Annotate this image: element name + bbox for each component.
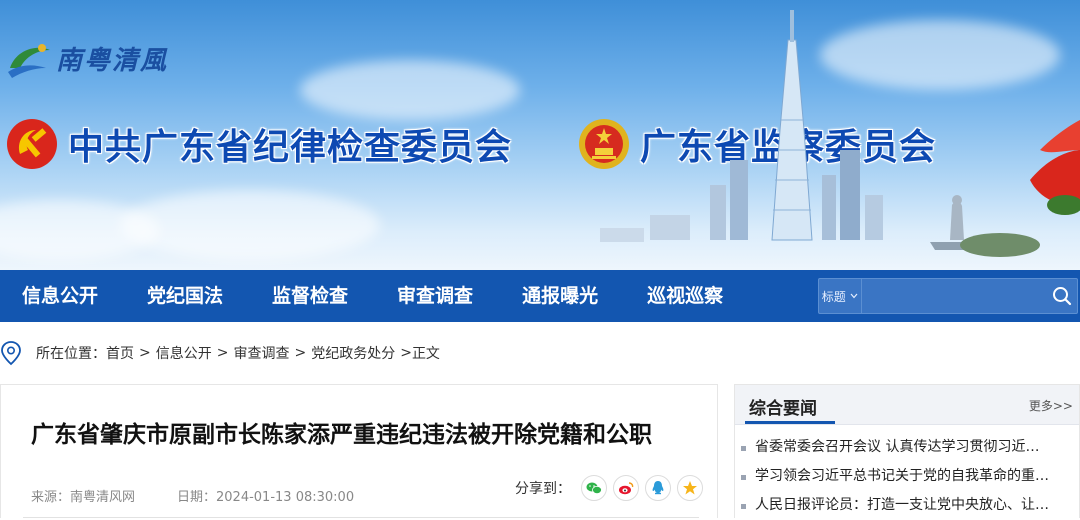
party-emblem-icon <box>7 119 57 169</box>
article-panel: 广东省肇庆市原副市长陈家添严重违纪违法被开除党籍和公职 来源：南粤清风网 日期：… <box>0 384 718 518</box>
nav-item-notices[interactable]: 通报曝光 <box>522 270 598 322</box>
wechat-icon <box>586 482 602 494</box>
article-meta: 来源：南粤清风网 日期：2024-01-13 08:30:00 <box>31 486 354 505</box>
search-box: 标题 <box>818 278 1078 314</box>
article-date: 日期：2024-01-13 08:30:00 <box>177 490 355 505</box>
article-title: 广东省肇庆市原副市长陈家添严重违纪违法被开除党籍和公职 <box>31 422 652 448</box>
qzone-icon <box>683 481 697 495</box>
chevron-down-icon <box>850 293 858 299</box>
breadcrumb-home[interactable]: 首页 <box>106 343 134 363</box>
city-skyline-illustration <box>600 10 1080 257</box>
main-nav: 信息公开 党纪国法 监督检查 审查调查 通报曝光 巡视巡察 标题 <box>0 270 1080 322</box>
sidebar-title: 综合要闻 <box>749 399 817 419</box>
search-scope-label: 标题 <box>821 289 846 304</box>
qq-icon <box>652 481 664 495</box>
share-wechat-button[interactable] <box>581 475 607 501</box>
breadcrumb-separator: > <box>216 345 229 361</box>
share-qq-button[interactable] <box>645 475 671 501</box>
nav-item-inspection[interactable]: 巡视巡察 <box>647 270 723 322</box>
share-bar: 分享到： <box>515 475 703 501</box>
logo-mark-icon <box>8 44 50 78</box>
nav-item-supervision[interactable]: 监督检查 <box>272 270 348 322</box>
share-label: 分享到： <box>515 481 571 497</box>
search-input[interactable] <box>861 279 1048 313</box>
search-scope-select[interactable]: 标题 <box>819 279 862 313</box>
share-weibo-button[interactable] <box>613 475 639 501</box>
sidebar-header: 综合要闻 更多>> <box>735 385 1079 425</box>
breadcrumb-info-disclosure[interactable]: 信息公开 <box>156 343 212 363</box>
site-logo[interactable]: 南粤清風 <box>6 38 168 78</box>
list-item[interactable]: 省委常委会召开会议 认真传达学习贯彻习近… <box>735 433 1065 462</box>
breadcrumb-discipline[interactable]: 党纪政务处分 <box>311 343 395 363</box>
more-link[interactable]: 更多>> <box>1029 397 1073 414</box>
search-button[interactable] <box>1048 279 1077 313</box>
cloud-decoration <box>300 60 520 120</box>
headline-left-text: 中共广东省纪律检查委员会 <box>68 127 513 168</box>
list-item[interactable]: 人民日报评论员：打造一支让党中央放心、让… <box>735 491 1065 520</box>
nav-item-info-disclosure[interactable]: 信息公开 <box>22 270 98 322</box>
news-sidebar: 综合要闻 更多>> 省委常委会召开会议 认真传达学习贯彻习近… 学习领会习近平总… <box>734 384 1080 518</box>
sidebar-title-underline <box>745 421 835 424</box>
header-banner: 南粤清風 中共广东省纪律检查委员会 广东省监察委员会 <box>0 0 1080 270</box>
list-item[interactable]: 学习领会习近平总书记关于党的自我革命的重… <box>735 462 1065 491</box>
news-list: 省委常委会召开会议 认真传达学习贯彻习近… 学习领会习近平总书记关于党的自我革命… <box>735 425 1079 520</box>
headline-party: 中共广东省纪律检查委员会 <box>6 118 512 170</box>
breadcrumb: 所在位置： 首页 > 信息公开 > 审查调查 > 党纪政务处分 > 正文 <box>0 322 1080 384</box>
breadcrumb-current: 正文 <box>411 346 440 362</box>
nav-item-party-law[interactable]: 党纪国法 <box>147 270 223 322</box>
share-qzone-button[interactable] <box>677 475 703 501</box>
weibo-icon <box>619 482 634 495</box>
logo-text: 南粤清風 <box>56 45 169 76</box>
breadcrumb-separator: > <box>294 345 307 361</box>
breadcrumb-separator: > <box>139 345 151 361</box>
search-icon <box>1053 287 1072 306</box>
breadcrumb-separator: > <box>400 345 412 361</box>
nav-item-investigation[interactable]: 审查调查 <box>397 270 473 322</box>
breadcrumb-prefix: 所在位置： <box>36 346 106 362</box>
location-pin-icon <box>1 341 21 366</box>
breadcrumb-investigation[interactable]: 审查调查 <box>233 343 289 363</box>
article-source: 来源：南粤清风网 <box>31 490 136 505</box>
